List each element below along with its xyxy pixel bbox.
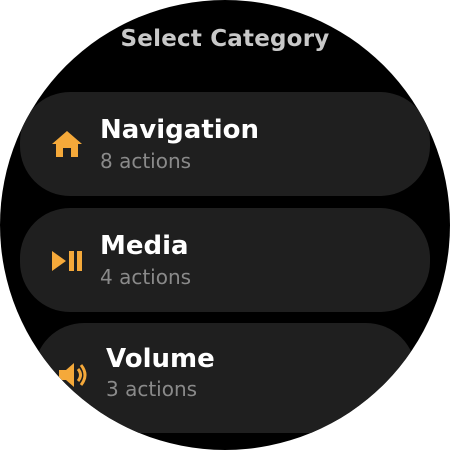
category-label: Media xyxy=(100,231,189,261)
category-chip-media[interactable]: Media 4 actions xyxy=(20,208,430,312)
category-label: Volume xyxy=(106,344,215,374)
category-chip-navigation[interactable]: Navigation 8 actions xyxy=(20,92,430,196)
page-title: Select Category xyxy=(120,26,330,52)
volume-icon xyxy=(56,358,90,392)
home-icon xyxy=(50,127,84,161)
category-action-count: 8 actions xyxy=(100,149,192,173)
category-label: Navigation xyxy=(100,115,260,145)
category-action-count: 4 actions xyxy=(100,265,192,289)
watch-screen: Select Category Navigation 8 actions Med… xyxy=(0,0,450,450)
category-action-count: 3 actions xyxy=(106,377,198,401)
play-pause-icon xyxy=(50,244,84,278)
category-chip-volume[interactable]: Volume 3 actions xyxy=(34,323,416,433)
